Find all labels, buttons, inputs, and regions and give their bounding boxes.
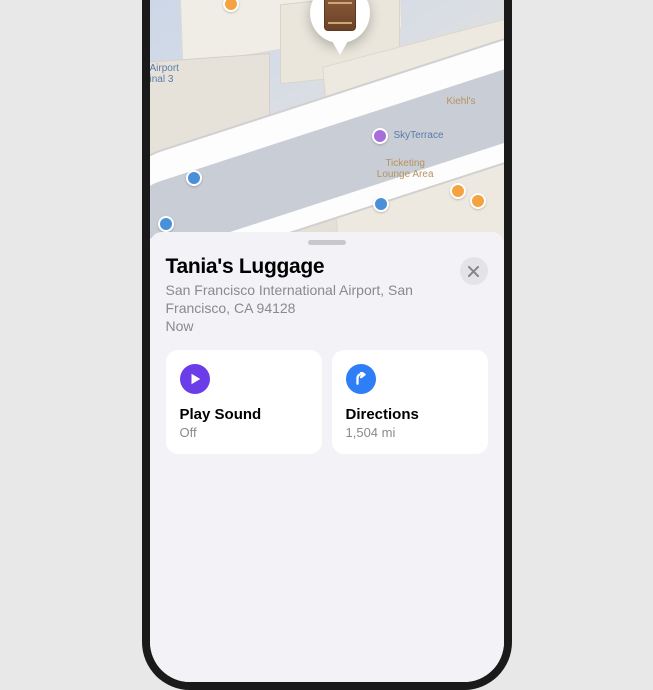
item-timestamp: Now (166, 317, 450, 335)
detail-sheet[interactable]: Tania's Luggage San Francisco Internatio… (150, 232, 504, 682)
phone-frame: Yoga Room - Terminal 3 Mission Bar & Gri… (142, 0, 512, 690)
phone-screen: Yoga Room - Terminal 3 Mission Bar & Gri… (150, 0, 504, 682)
action-cards: Play Sound Off Directions 1,504 mi (166, 350, 488, 454)
play-sound-card[interactable]: Play Sound Off (166, 350, 322, 454)
sheet-grabber[interactable] (308, 240, 346, 245)
poi-dot-info-icon[interactable] (373, 196, 389, 212)
directions-icon (346, 364, 376, 394)
poi-skyterrace[interactable]: SkyTerrace (393, 130, 443, 141)
play-sound-subtitle: Off (180, 425, 308, 440)
directions-subtitle: 1,504 mi (346, 425, 474, 440)
item-address: San Francisco International Airport, San… (166, 281, 450, 317)
poi-dot-parking-icon[interactable] (186, 170, 202, 186)
directions-title: Directions (346, 406, 474, 423)
poi-dot-parking-icon[interactable] (158, 216, 174, 232)
poi-dot-poi-icon[interactable] (470, 193, 486, 209)
directions-card[interactable]: Directions 1,504 mi (332, 350, 488, 454)
poi-kiehls[interactable]: Kiehl's (446, 96, 475, 107)
poi-ticketing[interactable]: Ticketing Lounge Area (377, 158, 434, 180)
play-sound-icon (180, 364, 210, 394)
poi-airport-terminal[interactable]: Airport inal 3 (150, 63, 179, 85)
sheet-header-text: Tania's Luggage San Francisco Internatio… (166, 255, 450, 336)
luggage-icon (324, 0, 356, 31)
sheet-header: Tania's Luggage San Francisco Internatio… (166, 255, 488, 336)
close-icon (468, 266, 479, 277)
close-button[interactable] (460, 257, 488, 285)
play-sound-title: Play Sound (180, 406, 308, 423)
item-title: Tania's Luggage (166, 255, 450, 279)
poi-dot-poi-icon[interactable] (450, 183, 466, 199)
poi-dot-purple-icon[interactable] (372, 128, 388, 144)
